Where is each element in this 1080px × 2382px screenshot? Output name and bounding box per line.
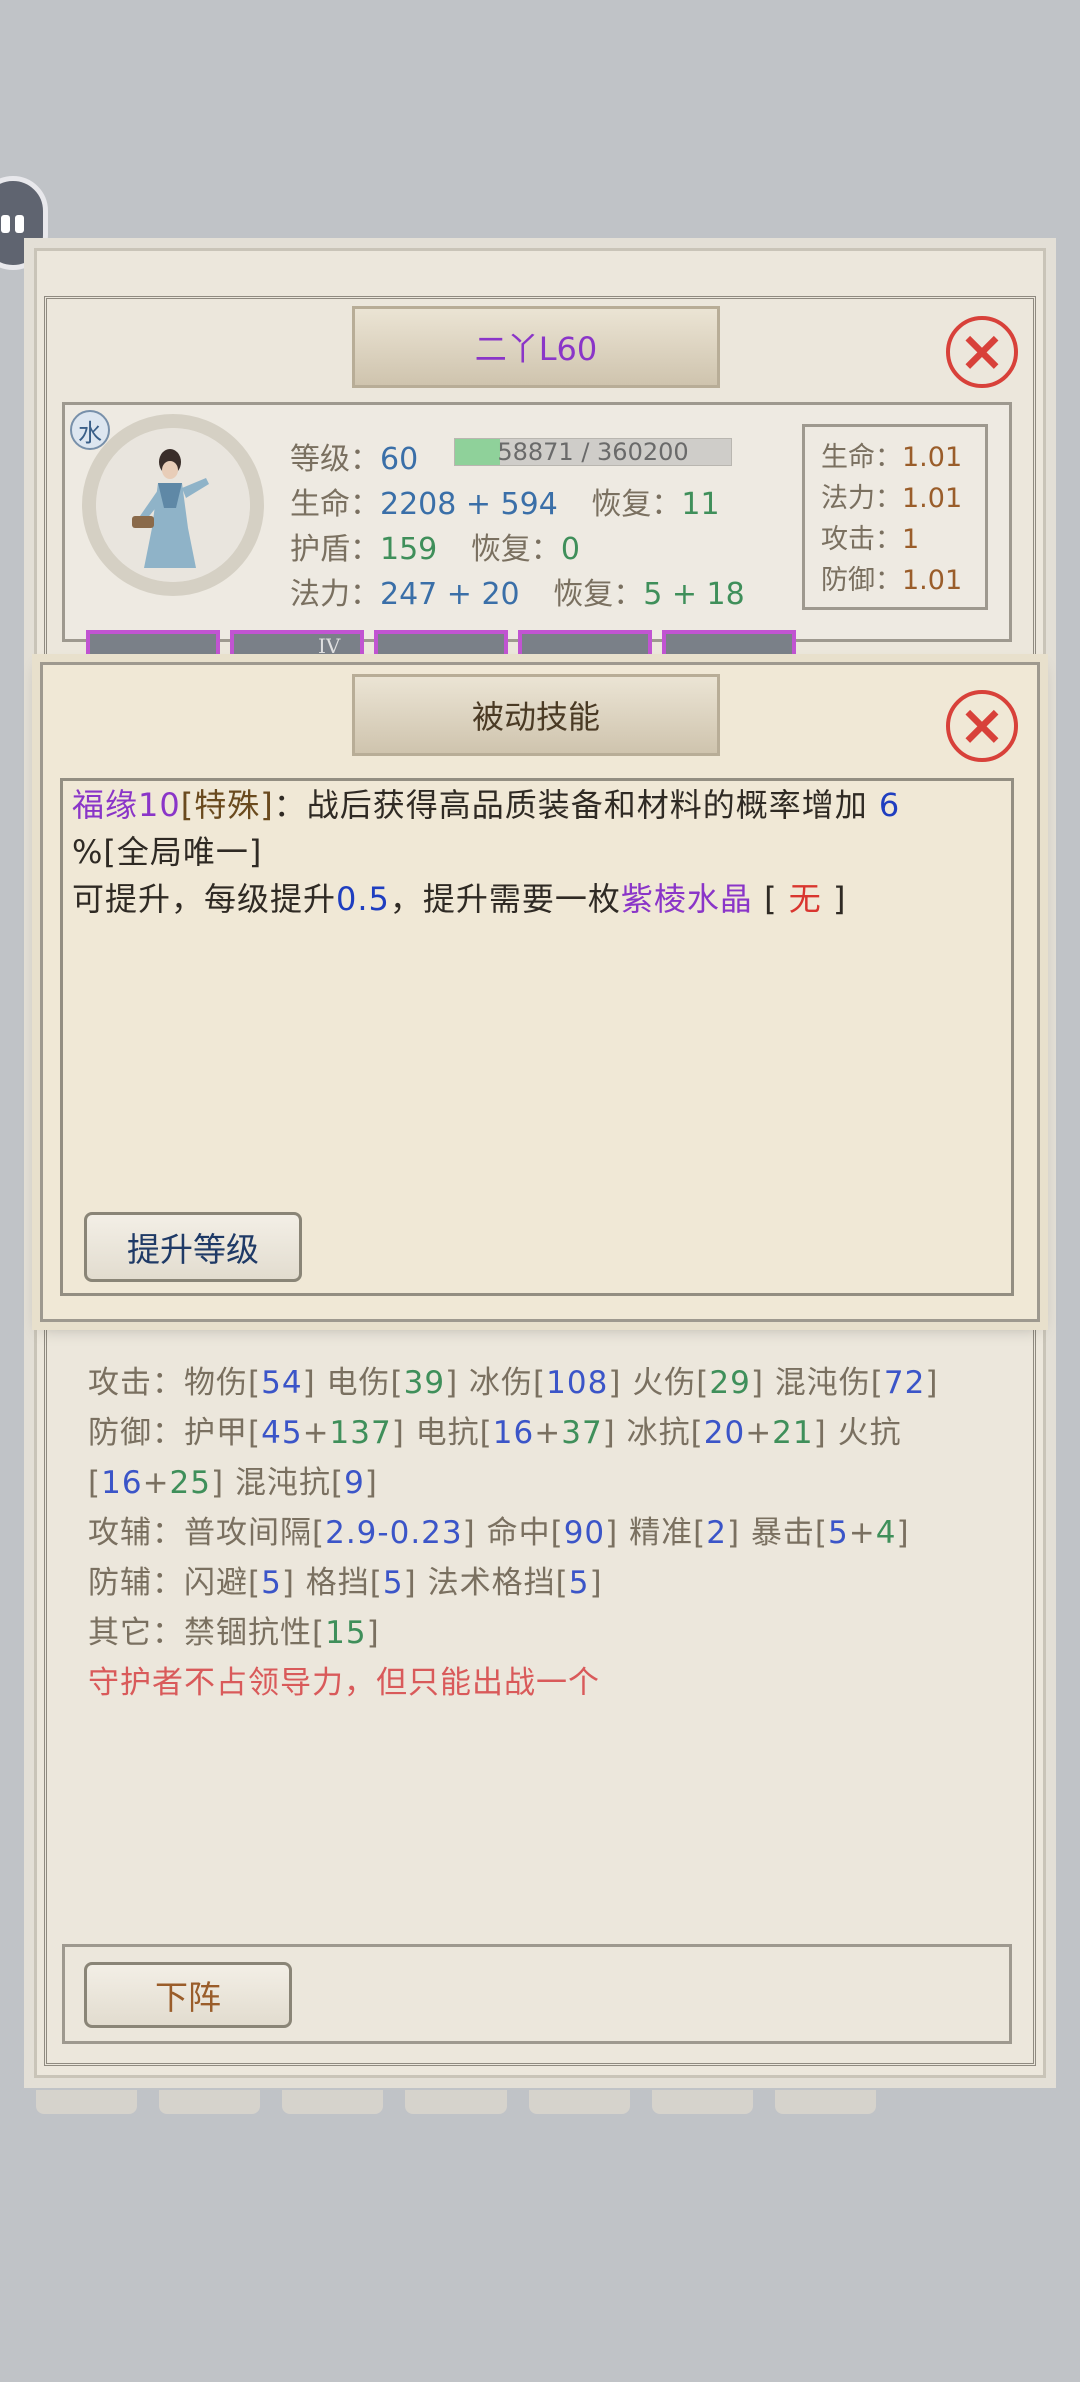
experience-bar: 58871 / 360200	[454, 438, 732, 466]
ratio-mana: 法力：1.01	[821, 483, 963, 514]
shield-label: 护盾：	[290, 532, 380, 567]
equipment-tier-mark: IV	[318, 634, 341, 658]
equipment-slot[interactable]	[662, 630, 796, 660]
close-icon: ×	[958, 319, 1006, 384]
growth-ratio-box: 生命：1.01 法力：1.01 攻击：1 防御：1.01	[802, 424, 988, 610]
bottom-tab[interactable]	[651, 2090, 753, 2114]
hp-label: 生命：	[290, 487, 380, 522]
level-value: 60	[380, 442, 419, 477]
equipment-slot[interactable]	[86, 630, 220, 660]
hp-regen-label: 恢复：	[591, 487, 682, 522]
hp-value: 2208 + 594	[380, 487, 558, 522]
shield-row: 护盾：159 恢复：0	[290, 524, 580, 568]
shield-regen-label: 恢复：	[470, 532, 561, 567]
equipment-slot[interactable]	[518, 630, 652, 660]
character-title: 二丫L60	[474, 330, 598, 368]
bubble-dot-icon	[1, 215, 10, 233]
dismiss-button[interactable]: 下阵	[84, 1962, 292, 2028]
experience-text: 58871 / 360200	[497, 438, 689, 466]
guardian-warning: 守护者不占领导力，但只能出战一个	[88, 1665, 600, 1701]
popup-title-plate: 被动技能	[352, 674, 720, 756]
attributes-list: 攻击：物伤[54] 电伤[39] 冰伤[108] 火伤[29] 混沌伤[72] …	[88, 1358, 1008, 1708]
hp-row: 生命：2208 + 594 恢复：11	[290, 479, 720, 523]
close-icon: ×	[958, 693, 1006, 758]
attack-attributes: 攻击：物伤[54] 电伤[39] 冰伤[108] 火伤[29] 混沌伤[72]	[88, 1365, 939, 1401]
skill-type: [特殊]	[180, 786, 274, 824]
character-avatar[interactable]	[82, 414, 264, 596]
mana-regen-label: 恢复：	[553, 577, 644, 612]
upgrade-step: 0.5	[336, 880, 390, 918]
bottom-tab[interactable]	[528, 2090, 630, 2114]
bubble-dot-icon	[15, 215, 24, 233]
upgrade-item: 紫棱水晶	[620, 880, 753, 918]
level-row: 等级：60	[290, 434, 418, 478]
ratio-hp: 生命：1.01	[821, 442, 963, 473]
bottom-tab[interactable]	[405, 2090, 507, 2114]
mana-value: 247 + 20	[380, 577, 520, 612]
mana-regen-value: 5 + 18	[643, 577, 745, 612]
attack-aux-attributes: 攻辅：普攻间隔[2.9-0.23] 命中[90] 精准[2] 暴击[5+4]	[88, 1515, 910, 1551]
skill-effect-line: 福缘10[特殊]：战后获得高品质装备和材料的概率增加 6 %[全局唯一]	[72, 786, 901, 871]
equipment-slot[interactable]	[374, 630, 508, 660]
element-badge: 水	[70, 410, 110, 450]
ratio-defense: 防御：1.01	[821, 565, 963, 596]
bottom-tab[interactable]	[774, 2090, 876, 2114]
mana-label: 法力：	[290, 577, 380, 612]
equipment-row: IV	[86, 630, 796, 660]
ratio-attack: 攻击：1	[821, 524, 920, 555]
mana-row: 法力：247 + 20 恢复：5 + 18	[290, 569, 745, 613]
skill-upgrade-line: 可提升，每级提升0.5，提升需要一枚紫棱水晶 [ 无 ]	[72, 880, 847, 918]
upgrade-level-button[interactable]: 提升等级	[84, 1212, 302, 1282]
skill-name: 福缘10	[72, 786, 181, 824]
character-portrait-icon	[96, 428, 250, 582]
defense-attributes: 防御：护甲[45+137] 电抗[16+37] 冰抗[20+21] 火抗[16+…	[88, 1415, 902, 1501]
close-popup-button[interactable]: ×	[946, 690, 1018, 762]
shield-value: 159	[380, 532, 438, 567]
close-panel-button[interactable]: ×	[946, 316, 1018, 388]
bottom-tab[interactable]	[282, 2090, 384, 2114]
bottom-tab-strip	[36, 2090, 876, 2114]
defense-aux-attributes: 防辅：闪避[5] 格挡[5] 法术格挡[5]	[88, 1565, 603, 1601]
other-attributes: 其它：禁锢抗性[15]	[88, 1615, 380, 1651]
skill-description: 福缘10[特殊]：战后获得高品质装备和材料的概率增加 6 %[全局唯一] 可提升，…	[72, 782, 1002, 923]
hp-regen-value: 11	[681, 487, 720, 522]
popup-title: 被动技能	[471, 698, 600, 736]
bottom-tab[interactable]	[159, 2090, 261, 2114]
level-label: 等级：	[290, 442, 380, 477]
equipment-slot[interactable]: IV	[230, 630, 364, 660]
upgrade-item-count: 无	[788, 880, 822, 918]
shield-regen-value: 0	[560, 532, 580, 567]
bottom-tab[interactable]	[36, 2090, 138, 2114]
skill-value: 6	[878, 786, 901, 824]
character-title-plate: 二丫L60	[352, 306, 720, 388]
